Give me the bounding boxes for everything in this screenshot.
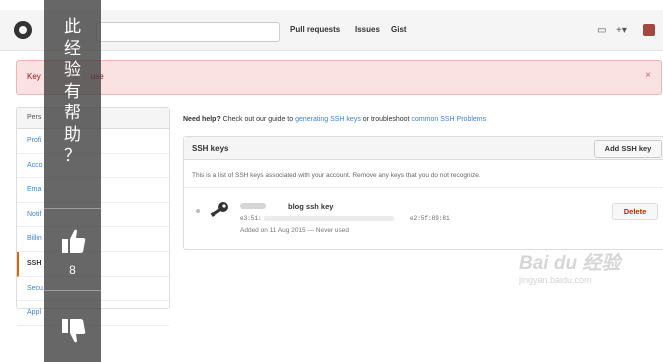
watermark-url: jingyan.baidu.com [519, 275, 592, 285]
avatar[interactable] [643, 24, 655, 36]
question-char: 助 [64, 124, 81, 144]
question-char: 经 [64, 38, 81, 58]
question-char: 帮 [64, 103, 81, 122]
fingerprint-end: e2:5f:89:81 [410, 215, 450, 222]
thumbs-up-icon[interactable] [62, 228, 86, 254]
key-icon [210, 202, 228, 218]
help-text-1: Check out our guide to [220, 116, 296, 123]
question-char: ？ [64, 146, 81, 165]
help-text: Need help? Check out our guide to genera… [183, 116, 486, 123]
nav-issues[interactable]: Issues [355, 25, 380, 34]
question-char: 此 [64, 17, 81, 36]
redacted-fingerprint [264, 216, 394, 221]
fingerprint-start: e3:51: [240, 215, 262, 222]
add-ssh-key-button[interactable]: Add SSH key [594, 140, 662, 158]
divider [44, 290, 101, 291]
feedback-question: 此 经 验 有 帮 助 ？ [44, 16, 101, 167]
nav-pull-requests[interactable]: Pull requests [290, 25, 340, 34]
status-dot [196, 209, 200, 213]
helpful-count: 8 [69, 263, 76, 277]
watermark-logo: Bai du 经验 [519, 253, 621, 274]
divider [184, 187, 663, 188]
panel-header: SSH keys Add SSH key [184, 137, 663, 160]
help-text-2: or troubleshoot [360, 116, 412, 123]
key-title: blog ssh key [288, 202, 334, 211]
ssh-keys-panel: SSH keys Add SSH key This is a list of S… [183, 136, 663, 250]
nav-gist[interactable]: Gist [391, 25, 407, 34]
panel-title: SSH keys [192, 144, 229, 153]
flash-error: Keyuse × [16, 60, 662, 95]
common-ssh-problems-link[interactable]: common SSH Problems [411, 116, 486, 123]
github-logo-icon[interactable] [14, 21, 32, 39]
generating-ssh-keys-link[interactable]: generating SSH keys [295, 116, 361, 123]
key-added-info: Added on 11 Aug 2015 — Never used [240, 227, 350, 234]
plus-icon[interactable]: +▾ [616, 25, 627, 36]
help-lead: Need help? [183, 116, 221, 123]
thumbs-down-icon[interactable] [62, 318, 86, 344]
search-input[interactable] [96, 22, 280, 42]
notification-icon[interactable]: ▭ [597, 25, 606, 36]
feedback-sidebar: 此 经 验 有 帮 助 ？ 8 [44, 0, 101, 362]
divider [44, 208, 101, 209]
panel-description: This is a list of SSH keys associated wi… [192, 172, 481, 179]
delete-key-button[interactable]: Delete [612, 203, 658, 220]
question-char: 有 [64, 81, 81, 101]
close-icon[interactable]: × [645, 70, 651, 81]
redacted-name [240, 203, 266, 209]
question-char: 验 [64, 60, 81, 79]
